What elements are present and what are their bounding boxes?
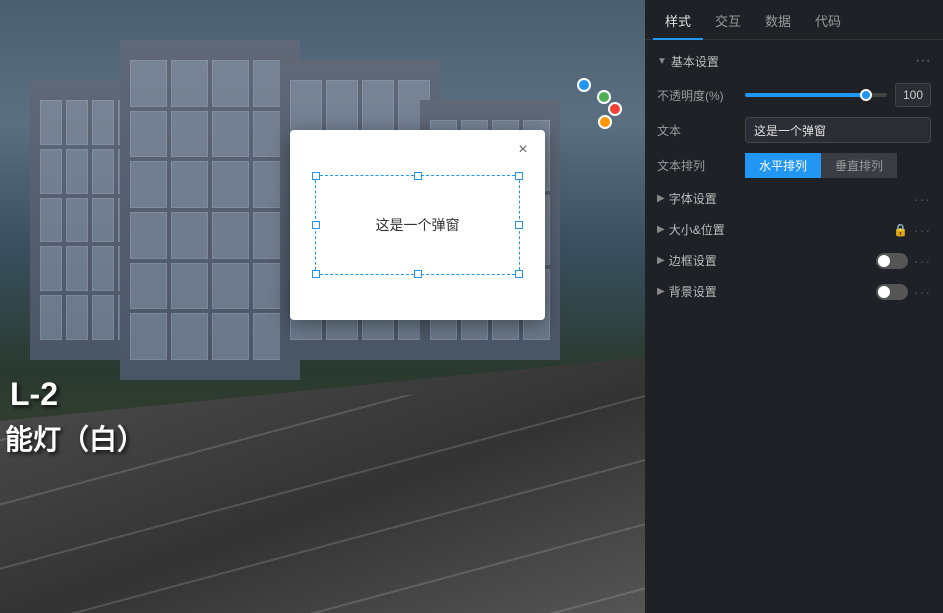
modal-dialog: × 这是一个弹窗 [290, 130, 545, 320]
opacity-slider-container [745, 93, 887, 97]
handle-top-center[interactable] [414, 172, 422, 180]
size-section-right: 🔒 ··· [893, 222, 931, 238]
text-align-control: 水平排列 垂直排列 [745, 153, 931, 178]
size-section-left: ▶ 大小&位置 [657, 221, 725, 238]
basic-section-more-icon[interactable]: ··· [915, 52, 931, 70]
text-prop-value: 这是一个弹窗 [745, 117, 931, 143]
text-prop-row: 文本 这是一个弹窗 [645, 112, 943, 148]
bg-arrow-icon: ▶ [657, 286, 665, 297]
scene-label-2: 能灯（白） [5, 418, 145, 458]
tab-code[interactable]: 代码 [803, 3, 853, 40]
opacity-label: 不透明度(%) [657, 87, 737, 104]
handle-bottom-right[interactable] [515, 270, 523, 278]
component-icon-red[interactable] [608, 102, 622, 116]
modal-close-button[interactable]: × [513, 140, 533, 160]
size-arrow-icon: ▶ [657, 224, 665, 235]
text-align-horizontal-btn[interactable]: 水平排列 [745, 153, 821, 178]
font-section-more-icon[interactable]: ··· [914, 191, 931, 207]
bg-toggle-knob [878, 286, 890, 298]
basic-section-header[interactable]: ▼ 基本设置 ··· [645, 44, 943, 78]
basic-section-title: ▼ 基本设置 [657, 53, 719, 70]
handle-bottom-left[interactable] [312, 270, 320, 278]
handle-middle-right[interactable] [515, 221, 523, 229]
bg-toggle[interactable] [876, 284, 908, 300]
border-arrow-icon: ▶ [657, 255, 665, 266]
font-section-right: ··· [914, 191, 931, 207]
scene-canvas: L-2 能灯（白） × 这是一个弹窗 [0, 0, 645, 613]
font-arrow-icon: ▶ [657, 193, 665, 204]
building-2 [120, 40, 300, 380]
scene-label-1: L-2 [10, 376, 58, 413]
font-section-left: ▶ 字体设置 [657, 190, 717, 207]
text-input-field[interactable]: 这是一个弹窗 [745, 117, 931, 143]
tab-interact[interactable]: 交互 [703, 3, 753, 40]
text-align-label: 文本排列 [657, 157, 737, 174]
handle-top-left[interactable] [312, 172, 320, 180]
bg-section-row[interactable]: ▶ 背景设置 ··· [645, 276, 943, 307]
section-arrow-icon: ▼ [657, 56, 667, 67]
border-section-left: ▶ 边框设置 [657, 252, 717, 269]
modal-content-area: 这是一个弹窗 [315, 175, 520, 275]
border-more-icon[interactable]: ··· [914, 253, 931, 269]
opacity-slider-track[interactable] [745, 93, 887, 97]
handle-middle-left[interactable] [312, 221, 320, 229]
right-panel: 样式 交互 数据 代码 ▼ 基本设置 ··· 不透明度(%) 100 [645, 0, 943, 613]
tab-style[interactable]: 样式 [653, 3, 703, 40]
font-section-row[interactable]: ▶ 字体设置 ··· [645, 183, 943, 214]
component-icon-green[interactable] [597, 90, 611, 104]
component-icon-blue[interactable] [577, 78, 591, 92]
size-lock-icon: 🔒 [893, 223, 908, 237]
text-align-vertical-btn[interactable]: 垂直排列 [821, 153, 897, 178]
opacity-row: 不透明度(%) 100 [645, 78, 943, 112]
text-align-btn-group: 水平排列 垂直排列 [745, 153, 897, 178]
border-toggle[interactable] [876, 253, 908, 269]
basic-section-label: 基本设置 [671, 53, 719, 70]
text-prop-label: 文本 [657, 122, 737, 139]
font-section-label: 字体设置 [669, 190, 717, 207]
size-section-row[interactable]: ▶ 大小&位置 🔒 ··· [645, 214, 943, 245]
size-section-more-icon[interactable]: ··· [914, 222, 931, 238]
bg-section-right: ··· [876, 284, 931, 300]
opacity-value-box[interactable]: 100 [895, 83, 931, 107]
text-align-row: 文本排列 水平排列 垂直排列 [645, 148, 943, 183]
border-section-label: 边框设置 [669, 252, 717, 269]
tab-data[interactable]: 数据 [753, 3, 803, 40]
tabs-bar: 样式 交互 数据 代码 [645, 0, 943, 40]
border-section-right: ··· [876, 253, 931, 269]
opacity-control: 100 [745, 83, 931, 107]
bg-section-left: ▶ 背景设置 [657, 283, 717, 300]
size-section-label: 大小&位置 [669, 221, 725, 238]
opacity-slider-thumb[interactable] [860, 89, 872, 101]
component-icon-orange[interactable] [598, 115, 612, 129]
handle-bottom-center[interactable] [414, 270, 422, 278]
bg-more-icon[interactable]: ··· [914, 284, 931, 300]
border-toggle-knob [878, 255, 890, 267]
modal-text-content: 这是一个弹窗 [376, 215, 460, 235]
bg-section-label: 背景设置 [669, 283, 717, 300]
border-section-row[interactable]: ▶ 边框设置 ··· [645, 245, 943, 276]
handle-top-right[interactable] [515, 172, 523, 180]
panel-content: ▼ 基本设置 ··· 不透明度(%) 100 文本 这是一个弹窗 [645, 40, 943, 613]
